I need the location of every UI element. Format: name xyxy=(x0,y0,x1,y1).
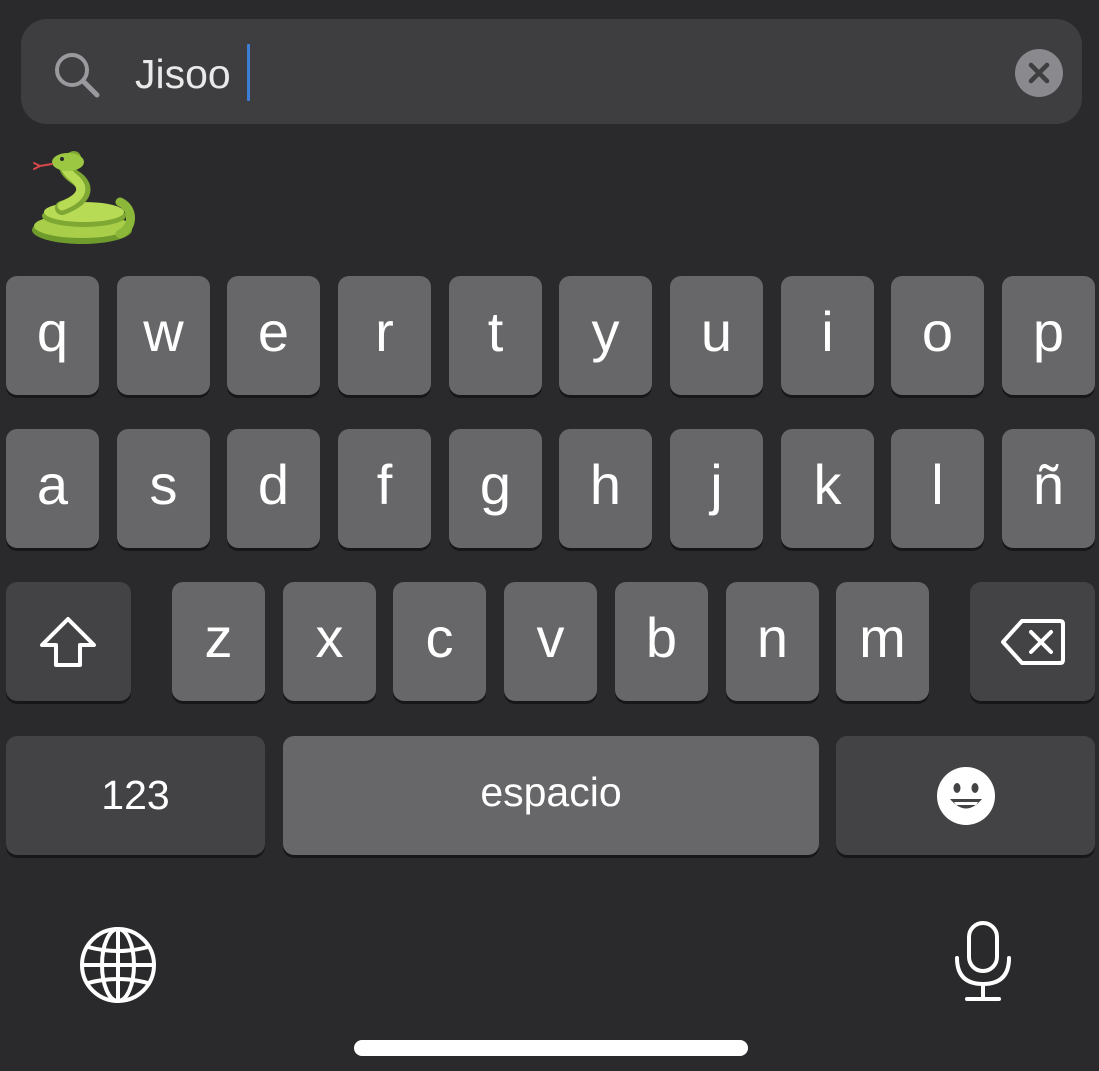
key-o[interactable]: o xyxy=(891,276,984,395)
close-icon xyxy=(1028,62,1050,84)
globe-icon xyxy=(80,927,156,1003)
text-cursor xyxy=(247,44,250,101)
key-e[interactable]: e xyxy=(227,276,320,395)
numbers-key[interactable]: 123 xyxy=(6,736,265,855)
backspace-key[interactable] xyxy=(970,582,1095,701)
key-m[interactable]: m xyxy=(836,582,929,701)
key-p[interactable]: p xyxy=(1002,276,1095,395)
key-u[interactable]: u xyxy=(670,276,763,395)
key-k[interactable]: k xyxy=(781,429,874,548)
shift-key[interactable] xyxy=(6,582,131,701)
key-t[interactable]: t xyxy=(449,276,542,395)
backspace-icon xyxy=(1001,619,1065,665)
key-i[interactable]: i xyxy=(781,276,874,395)
key-b[interactable]: b xyxy=(615,582,708,701)
key-a[interactable]: a xyxy=(6,429,99,548)
key-f[interactable]: f xyxy=(338,429,431,548)
search-bar[interactable]: Jisoo xyxy=(21,19,1082,124)
globe-button[interactable] xyxy=(78,925,158,1005)
key-n-tilde[interactable]: ñ xyxy=(1002,429,1095,548)
search-input[interactable]: Jisoo xyxy=(135,47,231,101)
key-d[interactable]: d xyxy=(227,429,320,548)
key-s[interactable]: s xyxy=(117,429,210,548)
emoji-result-snake[interactable] xyxy=(22,150,137,250)
shift-arrow-icon xyxy=(40,617,96,667)
key-q[interactable]: q xyxy=(6,276,99,395)
key-c[interactable]: c xyxy=(393,582,486,701)
space-key[interactable]: espacio xyxy=(283,736,819,855)
key-g[interactable]: g xyxy=(449,429,542,548)
emoji-key[interactable] xyxy=(836,736,1095,855)
key-l[interactable]: l xyxy=(891,429,984,548)
key-w[interactable]: w xyxy=(117,276,210,395)
search-icon xyxy=(55,53,100,98)
key-x[interactable]: x xyxy=(283,582,376,701)
dictation-button[interactable] xyxy=(952,920,1014,1004)
key-n[interactable]: n xyxy=(726,582,819,701)
smiley-icon xyxy=(937,767,995,825)
key-r[interactable]: r xyxy=(338,276,431,395)
key-h[interactable]: h xyxy=(559,429,652,548)
key-v[interactable]: v xyxy=(504,582,597,701)
clear-search-button[interactable] xyxy=(1015,49,1063,97)
key-y[interactable]: y xyxy=(559,276,652,395)
home-indicator[interactable] xyxy=(354,1040,748,1056)
key-j[interactable]: j xyxy=(670,429,763,548)
snake-icon xyxy=(32,151,135,244)
microphone-icon xyxy=(955,921,1011,1001)
key-z[interactable]: z xyxy=(172,582,265,701)
